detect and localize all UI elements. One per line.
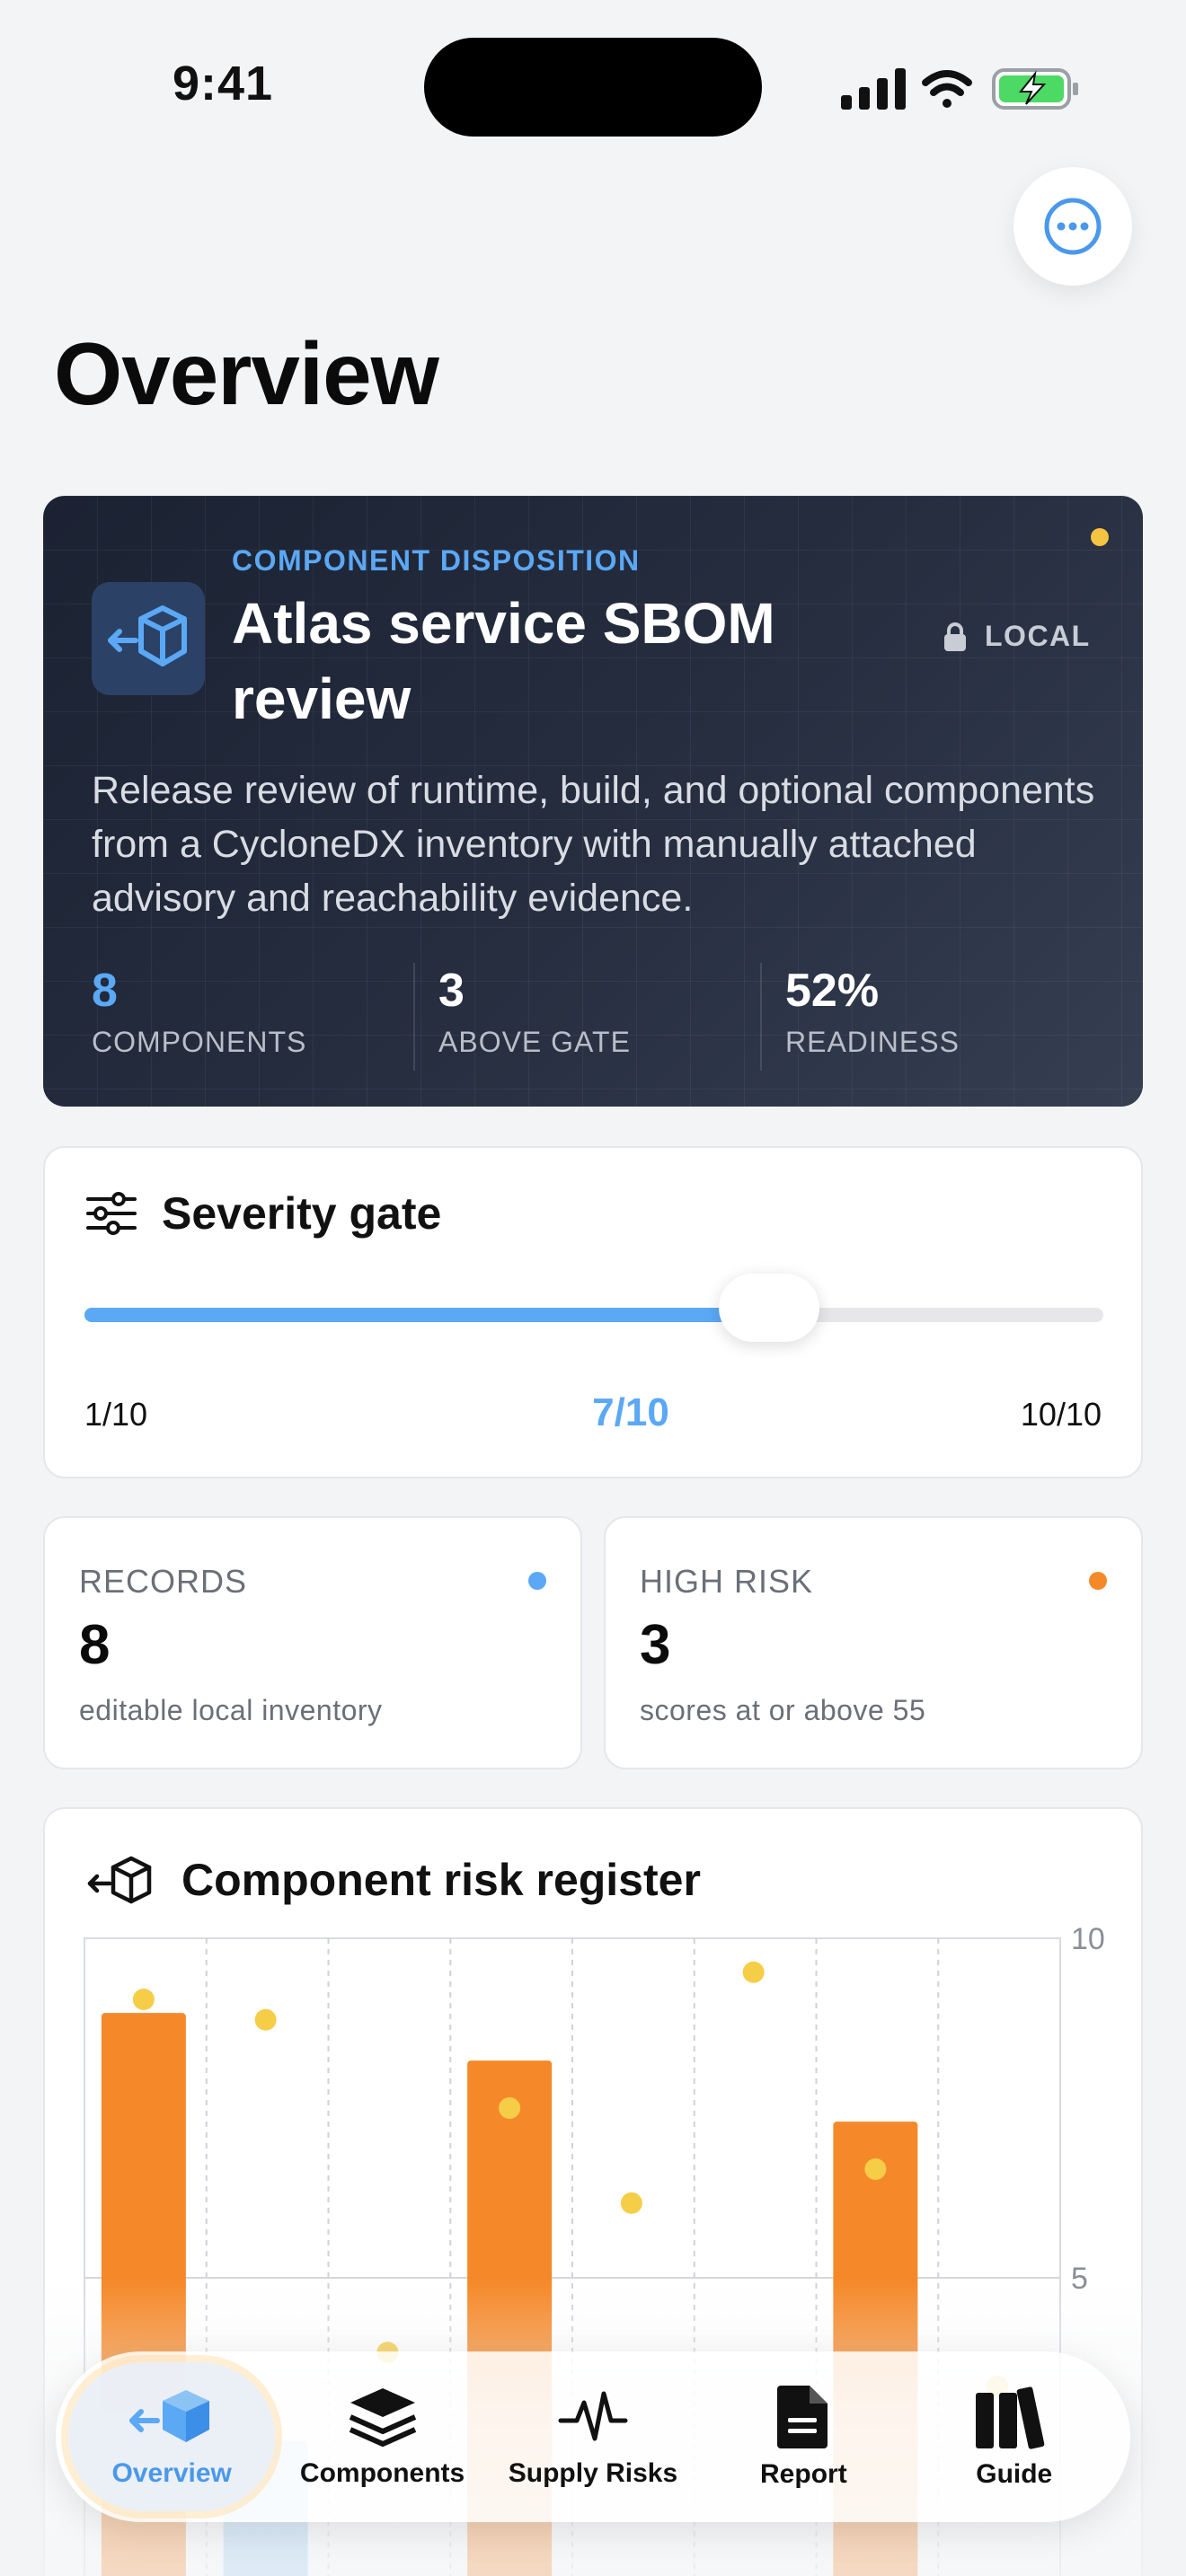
high-risk-card[interactable]: HIGH RISK 3 scores at or above 55 <box>604 1516 1143 1769</box>
stat-value: 3 <box>438 965 465 1017</box>
severity-slider-thumb[interactable] <box>719 1274 819 1342</box>
box-arrow-icon <box>108 605 187 666</box>
stat-value: 52% <box>785 965 880 1017</box>
battery-charging-icon <box>992 68 1078 110</box>
hero-stats: 8 COMPONENTS 3 ABOVE GATE 52% READINESS <box>92 963 1107 1071</box>
local-badge-label: LOCAL <box>985 620 1091 652</box>
high-risk-dot <box>1089 1572 1107 1590</box>
page-title: Overview <box>54 324 439 423</box>
hero-description: Release review of runtime, build, and op… <box>92 769 1095 920</box>
high-risk-value: 3 <box>640 1614 671 1676</box>
stat-label: READINESS <box>785 1026 960 1058</box>
sliders-icon <box>86 1192 137 1235</box>
records-card[interactable]: RECORDS 8 editable local inventory <box>43 1516 582 1769</box>
tab-guide[interactable]: Guide <box>911 2362 1118 2511</box>
ellipsis-circle-icon <box>1044 198 1102 255</box>
tab-bar: Overview Components Supply Risks Report … <box>56 2351 1130 2522</box>
gate-min-label: 1/10 <box>84 1396 148 1433</box>
risk-register-title: Component risk register <box>181 1855 701 1905</box>
pulse-icon <box>558 2391 628 2441</box>
gate-value-label: 7/10 <box>592 1390 669 1434</box>
tab-label: Supply Risks <box>508 2458 678 2488</box>
gate-max-label: 10/10 <box>1020 1396 1102 1433</box>
stat-label: ABOVE GATE <box>438 1026 631 1058</box>
tab-label: Overview <box>111 2458 232 2488</box>
tab-overview[interactable]: Overview <box>68 2362 276 2511</box>
wifi-icon <box>922 70 972 108</box>
chart-point <box>864 2158 887 2181</box>
tab-report[interactable]: Report <box>700 2362 907 2511</box>
stat-readiness: 52% READINESS <box>760 963 1107 1071</box>
severity-slider[interactable] <box>84 1274 1103 1342</box>
chart-point <box>742 1961 765 1983</box>
tab-label: Report <box>760 2459 847 2489</box>
chart-point <box>620 2192 642 2214</box>
severity-gate-card: Severity gate 1/10 7/10 10/10 <box>43 1146 1143 1478</box>
records-subtitle: editable local inventory <box>79 1694 383 1726</box>
status-time: 9:41 <box>173 57 274 110</box>
status-dot <box>1091 528 1109 546</box>
dynamic-island <box>424 38 762 137</box>
chart-y-tick-label: 10 <box>1071 1922 1105 1956</box>
document-icon <box>777 2386 828 2448</box>
disposition-hero-card[interactable]: COMPONENT DISPOSITION Atlas service SBOM… <box>43 496 1143 1107</box>
risk-register-header: Component risk register <box>86 1854 701 1906</box>
status-bar: 9:41 <box>0 0 1186 171</box>
severity-gate-header: Severity gate <box>86 1187 441 1239</box>
chart-point <box>499 2097 521 2119</box>
chart-y-tick-label: 5 <box>1071 2262 1088 2296</box>
more-options-button[interactable] <box>1013 167 1132 286</box>
records-dot <box>528 1572 546 1590</box>
tab-components[interactable]: Components <box>279 2362 486 2511</box>
severity-gate-title: Severity gate <box>162 1188 442 1239</box>
books-icon <box>975 2386 1045 2449</box>
records-label: RECORDS <box>79 1563 248 1600</box>
tab-label: Guide <box>976 2459 1053 2489</box>
box-arrow-icon <box>129 2390 210 2442</box>
tab-label: Components <box>299 2458 465 2488</box>
box-arrow-icon <box>87 1856 152 1904</box>
high-risk-label: HIGH RISK <box>640 1563 814 1600</box>
chart-point <box>254 2008 277 2031</box>
layers-icon <box>349 2388 416 2447</box>
stat-value: 8 <box>92 965 118 1017</box>
local-badge: LOCAL <box>943 620 1091 653</box>
stat-above-gate: 3 ABOVE GATE <box>413 963 760 1071</box>
records-value: 8 <box>79 1614 111 1676</box>
hero-icon-tile <box>92 582 205 695</box>
cellular-signal-icon <box>841 68 906 110</box>
hero-title: Atlas service SBOM review <box>232 591 775 731</box>
severity-slider-fill <box>84 1308 769 1322</box>
stat-label: COMPONENTS <box>92 1026 307 1058</box>
status-icons <box>841 68 1078 110</box>
tab-supply-risks[interactable]: Supply Risks <box>490 2362 696 2511</box>
high-risk-subtitle: scores at or above 55 <box>640 1694 926 1726</box>
hero-kicker: COMPONENT DISPOSITION <box>232 544 641 577</box>
lock-icon <box>944 622 966 651</box>
chart-point <box>132 1989 155 2011</box>
stat-components: 8 COMPONENTS <box>92 963 413 1071</box>
